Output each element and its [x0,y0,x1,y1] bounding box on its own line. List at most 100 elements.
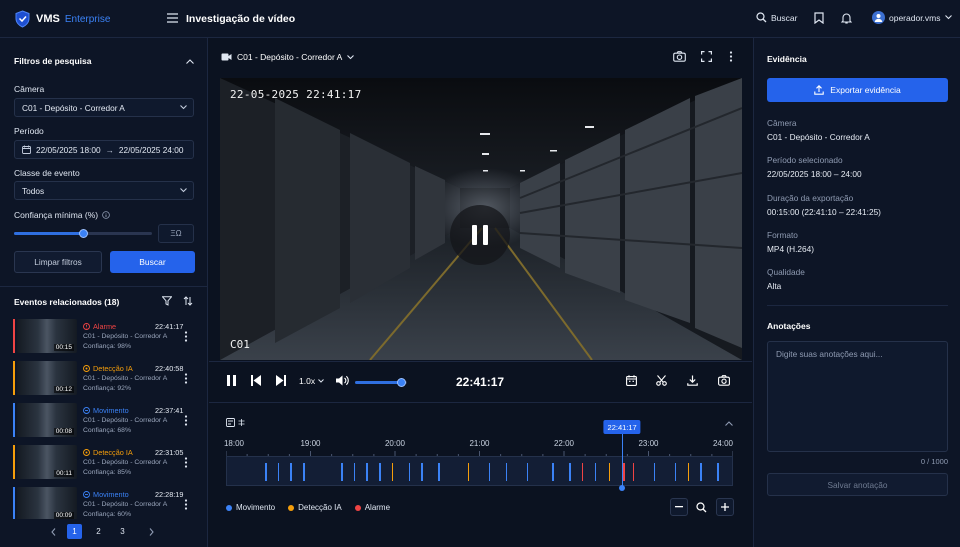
sort-icon[interactable] [183,296,193,306]
event-class-value: Todos [22,185,45,196]
clear-filters-button[interactable]: Limpar filtros [14,251,102,273]
timeline-event-mark[interactable] [366,463,368,481]
more-options-icon[interactable] [184,415,188,426]
more-options-icon[interactable] [184,373,188,384]
timeline-event-mark[interactable] [526,463,529,481]
user-menu[interactable]: operador.vms [872,11,952,24]
collapse-filters-icon[interactable] [186,59,194,64]
search-filters-button[interactable]: Buscar [110,251,195,273]
timeline-event-mark[interactable] [488,463,491,481]
scissors-icon[interactable] [656,375,667,386]
divider [0,286,208,287]
event-class-select[interactable]: Todos [14,181,194,200]
timeline-event-mark[interactable] [353,463,356,481]
confidence-slider-handle[interactable] [78,229,88,238]
export-evidence-button[interactable]: Exportar evidência [767,78,948,102]
more-options-icon[interactable] [184,499,188,510]
event-thumbnail[interactable]: 00:11 [17,445,77,479]
timeline-event-mark[interactable] [265,463,267,481]
timeline-event-mark[interactable] [303,463,305,481]
timeline-event-mark[interactable] [569,463,571,481]
timeline-event-mark[interactable] [700,463,702,481]
bell-icon[interactable] [841,12,852,24]
playback-time: 22:41:17 [456,375,505,389]
timeline-track[interactable] [226,456,733,486]
timeline-event-mark[interactable] [674,463,677,481]
timeline-event-mark[interactable] [421,463,423,481]
page-button-3[interactable]: 3 [115,524,130,539]
volume-icon[interactable] [336,375,349,386]
pause-icon[interactable] [227,375,236,386]
timeline-event-mark[interactable] [341,463,343,481]
timeline-hour-label: 23:00 [638,439,659,448]
timeline-event-mark[interactable] [594,463,597,481]
camera-select[interactable]: C01 - Depósito - Corredor A [14,98,194,117]
calendar-icon [22,145,31,154]
confidence-slider[interactable] [14,229,152,238]
page-button-2[interactable]: 2 [91,524,106,539]
event-item[interactable]: 00:15 Alarme 22:41:17 C01 - Depósito - C… [0,319,208,357]
page-title: Investigação de vídeo [186,13,296,25]
timeline-event-mark[interactable] [623,463,625,481]
timeline-tools[interactable] [226,418,245,427]
zoom-out-button[interactable] [670,498,688,516]
playhead-handle[interactable] [619,485,626,491]
timeline-event-mark[interactable] [687,463,690,481]
timeline-event-mark[interactable] [505,463,508,481]
timeline-event-mark[interactable] [408,463,411,481]
period-picker[interactable]: 22/05/2025 18:00 → 22/05/2025 24:00 [14,140,194,159]
menu-icon[interactable] [167,13,178,23]
timeline-event-mark[interactable] [552,463,554,481]
more-options-icon[interactable] [729,51,733,62]
top-bar: VMS Enterprise Investigação de vídeo Bus… [0,0,960,38]
search-button[interactable]: Buscar [756,12,797,23]
collapse-timeline-icon[interactable] [725,421,733,426]
event-thumbnail[interactable]: 00:09 [17,487,77,519]
timeline-event-mark[interactable] [391,463,394,481]
skip-forward-icon[interactable] [276,375,286,386]
download-icon[interactable] [687,375,698,386]
info-icon[interactable] [102,211,110,219]
event-thumbnail[interactable]: 00:15 [17,319,77,353]
volume-slider-handle[interactable] [397,378,407,387]
snapshot-icon[interactable] [673,51,686,62]
playback-speed-select[interactable]: 1.0x [299,376,324,386]
confidence-value-box[interactable]: ΞΩ [158,224,194,243]
event-item[interactable]: 00:12 Detecção IA 22:40:58 C01 - Depósit… [0,361,208,399]
timeline-event-mark[interactable] [581,463,584,481]
notes-textarea[interactable] [767,341,948,452]
event-item[interactable]: 00:09 Movimento 22:28:19 C01 - Depósito … [0,487,208,519]
video-viewport[interactable]: 22-05-2025 22:41:17 C01 [220,78,742,360]
page-button-1[interactable]: 1 [67,524,82,539]
zoom-icon[interactable] [696,502,707,513]
calendar-icon[interactable] [626,375,637,386]
next-page-icon[interactable] [144,524,159,539]
zoom-in-button[interactable] [716,498,734,516]
timeline-event-mark[interactable] [438,463,440,481]
snapshot-icon[interactable] [718,375,730,386]
timeline-event-mark[interactable] [653,463,656,481]
skip-back-icon[interactable] [251,375,261,386]
timeline-event-mark[interactable] [379,463,381,481]
more-options-icon[interactable] [184,457,188,468]
filter-icon[interactable] [162,296,172,306]
app-logo[interactable]: VMS Enterprise [14,10,110,28]
pause-overlay-button[interactable] [450,205,510,265]
timeline-event-mark[interactable] [467,463,470,481]
bookmark-icon[interactable] [814,12,824,24]
timeline-event-mark[interactable] [277,463,280,481]
event-item[interactable]: 00:11 Detecção IA 22:31:05 C01 - Depósit… [0,445,208,483]
event-thumbnail[interactable]: 00:08 [17,403,77,437]
event-item[interactable]: 00:08 Movimento 22:37:41 C01 - Depósito … [0,403,208,441]
timeline-event-mark[interactable] [290,463,292,481]
fullscreen-icon[interactable] [701,51,712,62]
event-thumbnail[interactable]: 00:12 [17,361,77,395]
timeline-event-mark[interactable] [632,463,635,481]
timeline-event-mark[interactable] [717,463,719,481]
timeline-event-mark[interactable] [608,463,611,481]
player-panel: C01 - Depósito - Corredor A 22-05-2025 2… [209,38,752,547]
camera-selector[interactable]: C01 - Depósito - Corredor A [221,52,355,62]
prev-page-icon[interactable] [46,524,61,539]
save-note-button[interactable]: Salvar anotação [767,473,948,496]
more-options-icon[interactable] [184,331,188,342]
